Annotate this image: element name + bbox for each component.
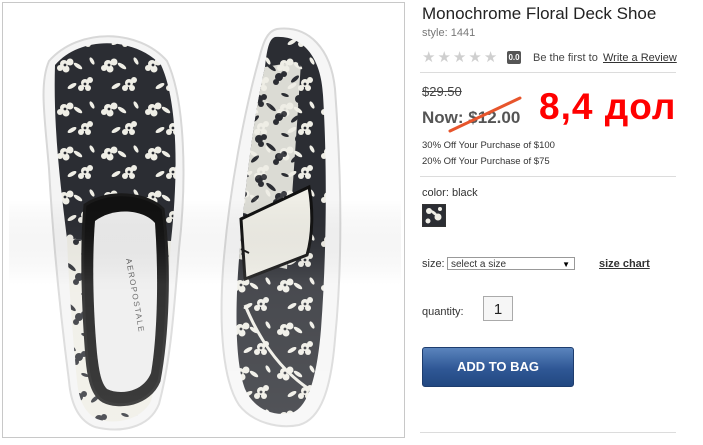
- strikethrough-mark: [448, 96, 522, 133]
- rating-stars[interactable]: ★ ★ ★ ★ ★: [422, 50, 497, 65]
- quantity-label: quantity:: [422, 306, 464, 318]
- divider: [420, 72, 676, 73]
- star-icon[interactable]: ★: [453, 50, 466, 65]
- style-number: style: 1441: [422, 27, 476, 39]
- quantity-input[interactable]: 1: [483, 296, 513, 321]
- write-review-link[interactable]: Write a Review: [603, 52, 677, 64]
- star-icon[interactable]: ★: [437, 50, 450, 65]
- color-label-text: color:: [422, 187, 449, 199]
- size-select-value: select a size: [451, 259, 507, 270]
- swatch-pattern: [423, 205, 445, 226]
- promo-line: 20% Off Your Purchase of $75: [422, 156, 550, 167]
- product-title: Monochrome Floral Deck Shoe: [422, 4, 657, 23]
- size-label: size:: [422, 258, 445, 270]
- price-annotation: 8,4 дол: [539, 86, 677, 127]
- rating-score-badge: 0.0: [507, 51, 521, 64]
- size-chart-link[interactable]: size chart: [599, 258, 650, 270]
- star-icon[interactable]: ★: [422, 50, 435, 65]
- review-prompt: Be the first to: [533, 52, 598, 64]
- divider: [420, 432, 676, 433]
- color-swatch-black[interactable]: [422, 204, 446, 227]
- chevron-down-icon: ▼: [562, 260, 570, 269]
- divider: [420, 176, 676, 177]
- star-icon[interactable]: ★: [468, 50, 481, 65]
- promo-line: 30% Off Your Purchase of $100: [422, 140, 555, 151]
- star-icon[interactable]: ★: [484, 50, 497, 65]
- product-image: AEROPOSTALE: [9, 9, 401, 433]
- color-label: color: black: [422, 187, 478, 199]
- color-value: black: [451, 187, 478, 199]
- product-image-frame: AEROPOSTALE: [2, 2, 405, 438]
- add-to-bag-button[interactable]: ADD TO BAG: [422, 347, 574, 387]
- size-select[interactable]: select a size ▼: [447, 257, 575, 270]
